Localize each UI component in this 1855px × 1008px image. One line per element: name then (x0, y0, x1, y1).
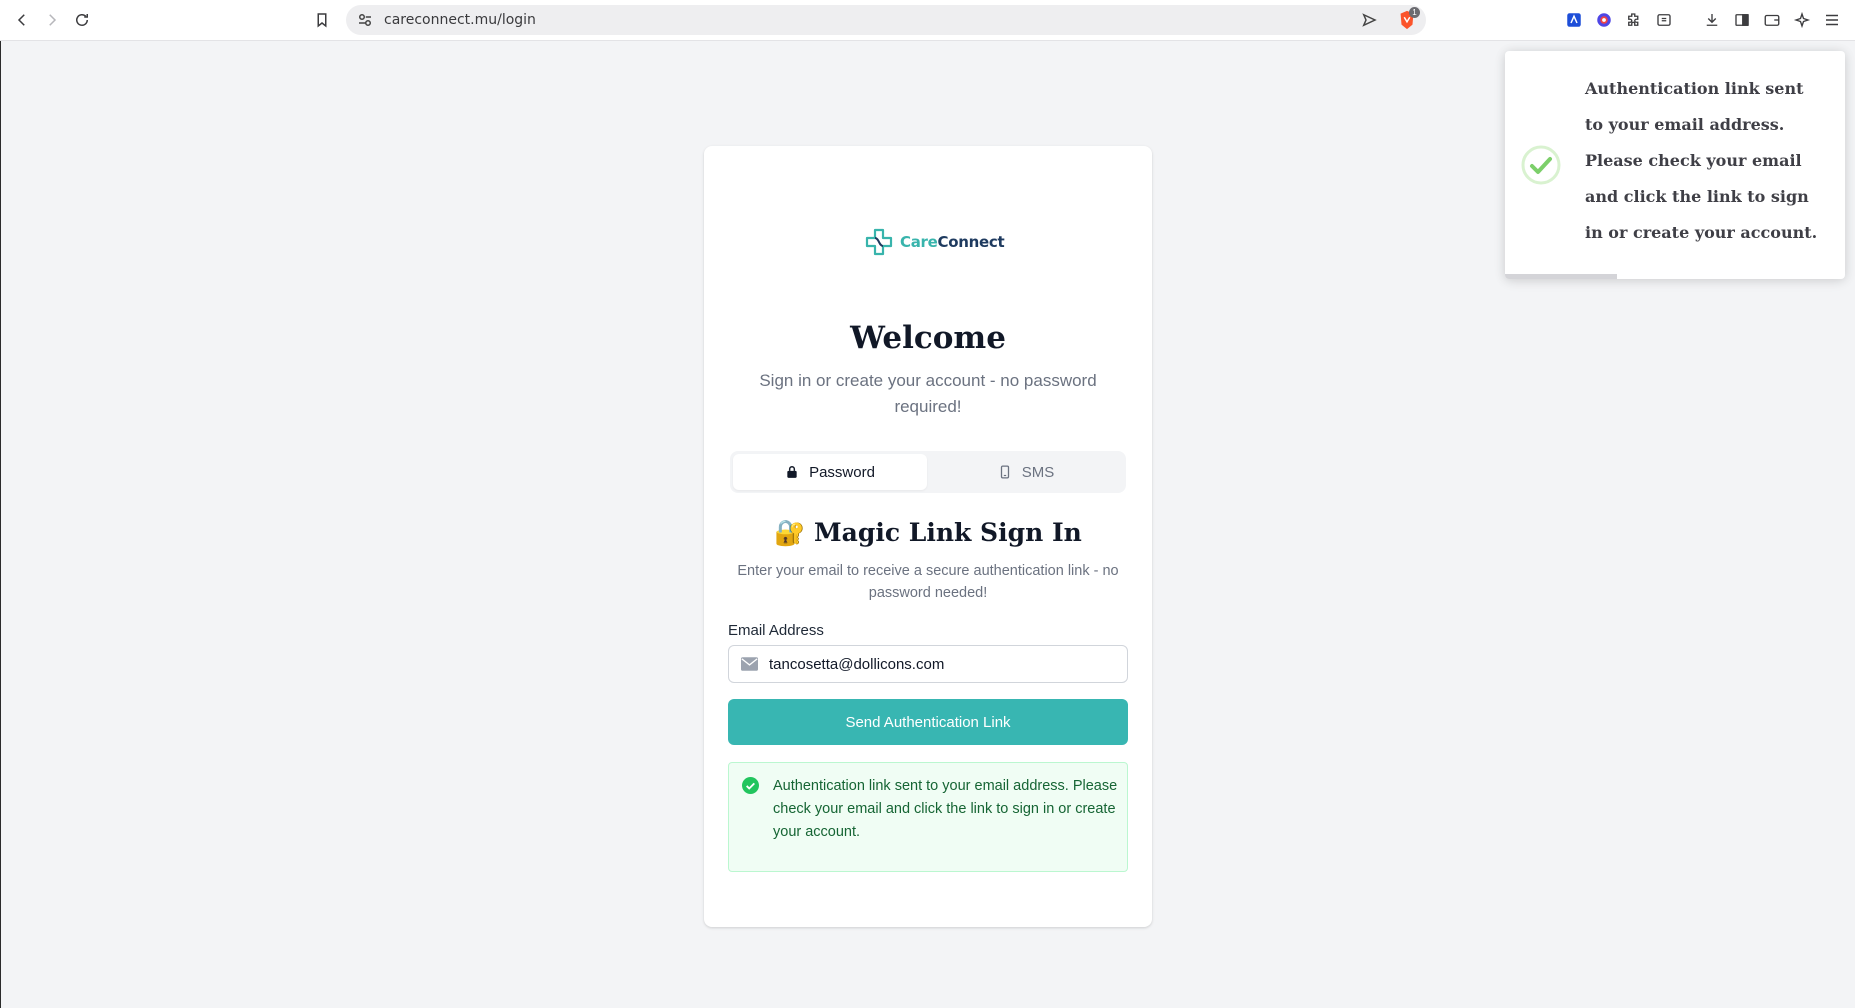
email-input[interactable] (769, 646, 1119, 682)
logo-text-care: Care (900, 233, 938, 251)
success-alert: Authentication link sent to your email a… (728, 762, 1128, 872)
site-settings-icon[interactable] (356, 11, 374, 29)
reader-icon[interactable] (1652, 8, 1676, 32)
tab-sms[interactable]: SMS (929, 454, 1123, 490)
page-title: Welcome (850, 320, 1006, 356)
page-subtitle: Sign in or create your account - no pass… (759, 371, 1097, 416)
window-edge (0, 41, 1, 1008)
download-icon[interactable] (1700, 8, 1724, 32)
menu-icon[interactable] (1820, 8, 1844, 32)
email-label: Email Address (728, 622, 824, 639)
tab-password-label: Password (809, 463, 875, 481)
wallet-icon[interactable] (1760, 8, 1784, 32)
phone-icon (1000, 465, 1009, 479)
auth-method-tabs: Password SMS (730, 451, 1126, 493)
careconnect-logo: CareConnect (864, 226, 1005, 258)
tab-password[interactable]: Password (733, 454, 927, 490)
shield-count-badge: 1 (1409, 7, 1420, 18)
reload-icon[interactable] (70, 8, 94, 32)
puzzle-icon[interactable] (1622, 8, 1646, 32)
url-text[interactable]: careconnect.mu/login (384, 12, 536, 28)
success-check-icon (1521, 145, 1561, 185)
logo-text: CareConnect (900, 233, 1005, 251)
toast-message: Authentication link sent to your email a… (1585, 79, 1818, 242)
success-message: Authentication link sent to your email a… (773, 778, 1118, 840)
color-icon[interactable] (1592, 8, 1616, 32)
brave-shield-icon[interactable]: 1 (1396, 7, 1420, 31)
toast-notification[interactable]: Authentication link sent to your email a… (1505, 51, 1845, 279)
forward-arrow-icon[interactable] (40, 8, 64, 32)
bookmark-icon[interactable] (310, 8, 334, 32)
address-bar[interactable]: careconnect.mu/login 1 (346, 5, 1426, 35)
leo-icon[interactable] (1790, 8, 1814, 32)
envelope-icon (741, 657, 758, 671)
logo-text-connect: Connect (937, 233, 1005, 251)
magic-link-subtitle: Enter your email to receive a secure aut… (737, 563, 1119, 601)
login-card: CareConnect Welcome Sign in or create yo… (704, 146, 1152, 927)
tab-sms-label: SMS (1021, 463, 1055, 481)
back-arrow-icon[interactable] (10, 8, 34, 32)
email-field-wrapper (728, 645, 1128, 683)
sidebar-icon[interactable] (1730, 8, 1754, 32)
magic-link-title: 🔐 Magic Link Sign In (774, 518, 1082, 547)
lock-icon (787, 466, 797, 478)
send-authentication-link-button[interactable]: Send Authentication Link (728, 699, 1128, 745)
send-icon[interactable] (1360, 11, 1378, 29)
browser-toolbar: careconnect.mu/login 1 (0, 0, 1855, 41)
extension-icon[interactable] (1562, 8, 1586, 32)
medical-cross-icon (865, 228, 893, 256)
check-circle-icon (742, 777, 759, 794)
toast-progress-bar (1505, 274, 1618, 279)
